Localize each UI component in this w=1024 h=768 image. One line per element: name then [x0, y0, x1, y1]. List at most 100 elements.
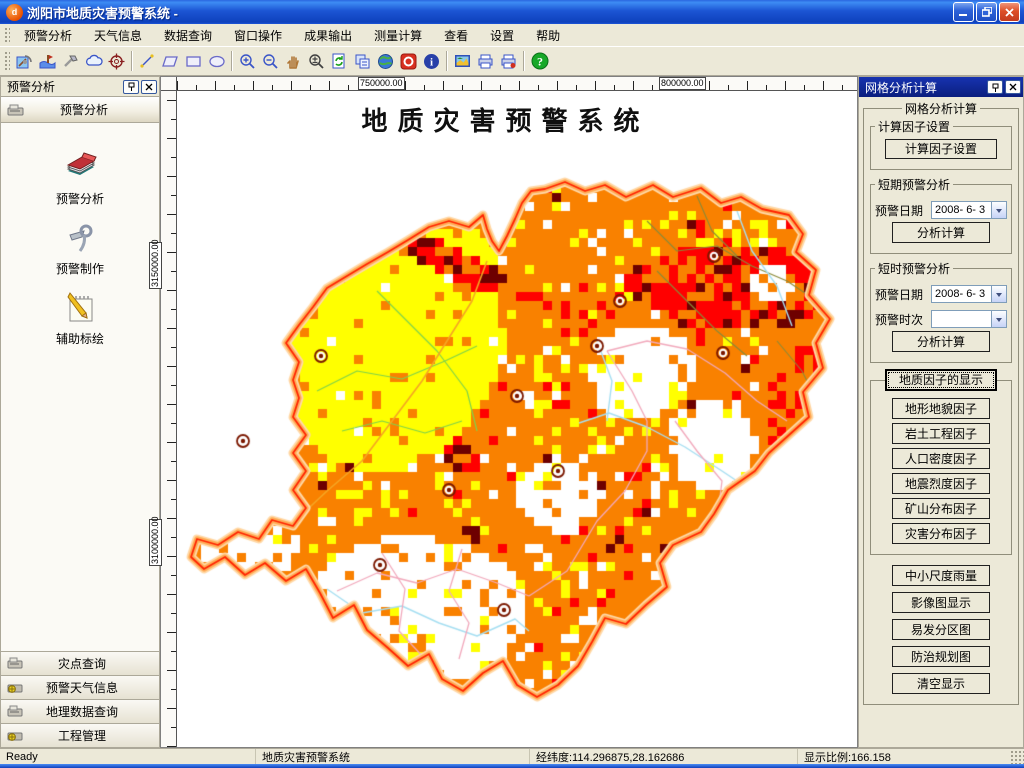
- status-coordinates: 经纬度:114.296875,28.162686: [530, 749, 798, 764]
- draw-rectangle-icon[interactable]: [182, 50, 205, 73]
- close-icon[interactable]: [1005, 80, 1021, 94]
- zoom-out-icon[interactable]: [259, 50, 282, 73]
- imagery-button[interactable]: 影像图显示: [892, 592, 990, 613]
- factor-settings-group: 计算因子设置 计算因子设置: [870, 118, 1012, 170]
- stop-icon[interactable]: [397, 50, 420, 73]
- clear-display-button[interactable]: 清空显示: [892, 673, 990, 694]
- forecast-date-combo[interactable]: 2008- 6- 3: [931, 201, 1007, 219]
- draw-line-icon[interactable]: [136, 50, 159, 73]
- flag-plot-icon[interactable]: [36, 50, 59, 73]
- grid-analysis-panel: 网格分析计算 网格分析计算 计算因子设置 计算因子设置 短期预警分析 预警日期 …: [858, 76, 1024, 748]
- map-title: 地质灾害预警系统: [361, 107, 650, 137]
- population-factor-button[interactable]: 人口密度因子: [892, 448, 990, 469]
- right-panel-title: 网格分析计算: [865, 80, 938, 95]
- rainfall-button[interactable]: 中小尺度雨量: [892, 565, 990, 586]
- toolbar-separator: [446, 51, 448, 71]
- print-alt-icon[interactable]: [497, 50, 520, 73]
- globe-device-icon: [7, 681, 23, 694]
- forecast-date-combo2[interactable]: 2008- 6- 3: [931, 285, 1007, 303]
- short-time-label: 短时预警分析: [878, 262, 951, 276]
- short-term-analyze-button[interactable]: 分析计算: [892, 222, 990, 243]
- left-panel-titlebar: 预警分析: [1, 77, 159, 97]
- close-button[interactable]: [999, 2, 1020, 22]
- book-icon: [62, 151, 98, 185]
- tool-aux-plotting[interactable]: 辅助标绘: [1, 291, 159, 347]
- draw-polygon-icon[interactable]: [159, 50, 182, 73]
- seismic-factor-button[interactable]: 地震烈度因子: [892, 473, 990, 494]
- forecast-date-label: 预警日期: [875, 203, 924, 218]
- copy-layers-icon[interactable]: [351, 50, 374, 73]
- map-window: 750000.00 800000.00 3150000.00 3100000.0…: [149, 76, 858, 748]
- susceptibility-button[interactable]: 易发分区图: [892, 619, 990, 640]
- chevron-down-icon[interactable]: [991, 202, 1006, 218]
- section-label: 灾点查询: [57, 657, 106, 671]
- menu-view[interactable]: 查看: [433, 24, 479, 47]
- status-ready: Ready: [0, 749, 256, 764]
- tool-warning-making[interactable]: 预警制作: [1, 221, 159, 277]
- menu-help[interactable]: 帮助: [525, 24, 571, 47]
- menu-data-query[interactable]: 数据查询: [153, 24, 223, 47]
- pin-icon[interactable]: [987, 80, 1003, 94]
- crosshair-locate-icon[interactable]: [105, 50, 128, 73]
- geo-factor-display-button[interactable]: 地质因子的显示: [885, 369, 997, 391]
- menu-settings[interactable]: 设置: [479, 24, 525, 47]
- section-warning-weather-info[interactable]: 预警天气信息: [1, 675, 159, 699]
- ruler-y-label: 3100000.00: [149, 516, 162, 566]
- short-time-group: 短时预警分析 预警日期 2008- 6- 3 预警时次 分析计算: [870, 260, 1012, 363]
- zoom-extent-icon[interactable]: [305, 50, 328, 73]
- forecast-time-label: 预警时次: [875, 312, 924, 327]
- ruler-x-label: 800000.00: [659, 77, 706, 90]
- factor-buttons-group: 地形地貌因子 岩土工程因子 人口密度因子 地震烈度因子 矿山分布因子 灾害分布因…: [870, 380, 1012, 555]
- terrain-factor-button[interactable]: 地形地貌因子: [892, 398, 990, 419]
- chevron-down-icon[interactable]: [991, 286, 1006, 302]
- menu-weather-info[interactable]: 天气信息: [83, 24, 153, 47]
- left-panel-header[interactable]: 预警分析: [1, 97, 159, 123]
- menu-result-output[interactable]: 成果输出: [293, 24, 363, 47]
- satellite-analysis-icon[interactable]: [13, 50, 36, 73]
- section-project-management[interactable]: 工程管理: [1, 723, 159, 747]
- geotech-factor-button[interactable]: 岩土工程因子: [892, 423, 990, 444]
- image-export-icon[interactable]: [451, 50, 474, 73]
- chevron-down-icon[interactable]: [991, 311, 1006, 327]
- prevention-plan-button[interactable]: 防治规划图: [892, 646, 990, 667]
- map-canvas-area[interactable]: 地质灾害预警系统: [177, 91, 857, 747]
- refresh-page-icon[interactable]: [328, 50, 351, 73]
- toolbar-grip: [3, 49, 10, 73]
- fax-device-icon: [7, 657, 23, 670]
- minimize-button[interactable]: [953, 2, 974, 22]
- info-icon[interactable]: i: [420, 50, 443, 73]
- section-disaster-point-query[interactable]: 灾点查询: [1, 651, 159, 675]
- disaster-factor-button[interactable]: 灾害分布因子: [892, 523, 990, 544]
- mine-factor-button[interactable]: 矿山分布因子: [892, 498, 990, 519]
- forecast-date-label: 预警日期: [875, 287, 924, 302]
- tool-warning-analysis[interactable]: 预警分析: [1, 151, 159, 207]
- resize-grip-icon[interactable]: [1010, 750, 1024, 764]
- close-icon[interactable]: [141, 79, 157, 94]
- factor-settings-label: 计算因子设置: [878, 120, 951, 134]
- draw-ellipse-icon[interactable]: [205, 50, 228, 73]
- cloud-weather-icon[interactable]: [82, 50, 105, 73]
- svg-text:?: ?: [537, 55, 543, 69]
- status-bar: Ready 地质灾害预警系统 经纬度:114.296875,28.162686 …: [0, 748, 1024, 764]
- pan-hand-icon[interactable]: [282, 50, 305, 73]
- ruler-corner: [161, 77, 177, 91]
- hazard-map[interactable]: [177, 91, 857, 747]
- factor-settings-button[interactable]: 计算因子设置: [885, 139, 997, 159]
- toolbar-separator: [231, 51, 233, 71]
- help-icon[interactable]: ?: [528, 50, 551, 73]
- hammer-tools-icon[interactable]: [59, 50, 82, 73]
- section-label: 预警天气信息: [45, 681, 118, 695]
- print-icon[interactable]: [474, 50, 497, 73]
- pin-icon[interactable]: [123, 79, 139, 94]
- menu-window-ops[interactable]: 窗口操作: [223, 24, 293, 47]
- section-geo-data-query[interactable]: 地理数据查询: [1, 699, 159, 723]
- menu-warning-analysis[interactable]: 预警分析: [13, 24, 83, 47]
- window-bottom-border: [0, 764, 1024, 768]
- notepad-pencil-icon: [62, 291, 98, 325]
- zoom-in-icon[interactable]: [236, 50, 259, 73]
- globe-icon[interactable]: [374, 50, 397, 73]
- restore-button[interactable]: [976, 2, 997, 22]
- menu-measure-calc[interactable]: 测量计算: [363, 24, 433, 47]
- short-time-analyze-button[interactable]: 分析计算: [892, 331, 990, 352]
- forecast-time-combo[interactable]: [931, 310, 1007, 328]
